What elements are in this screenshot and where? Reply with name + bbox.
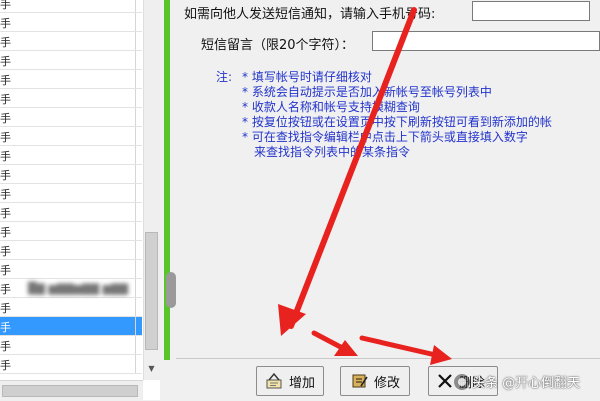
column-separator xyxy=(135,222,136,240)
edit-button-label: 修改 xyxy=(373,375,400,391)
column-separator xyxy=(135,336,136,354)
list-item[interactable]: 手 xyxy=(0,89,142,108)
note-text: * 按复位按钮或在设置页中按下刷新按钮可看到新添加的帐 xyxy=(242,115,552,129)
account-list[interactable]: 手手手手手手手手手手手手手手手手 █▇ ▆▇▇▆▇▇ ▆▇▇ 手手手手 xyxy=(0,0,161,400)
list-item-prefix: 手 xyxy=(0,283,11,296)
list-item-prefix: 手 xyxy=(0,321,11,334)
list-item[interactable]: 手 █▇ ▆▇▇▆▇▇ ▆▇▇ xyxy=(0,279,142,298)
splitter-grip-handle[interactable] xyxy=(166,272,176,308)
column-separator xyxy=(135,32,136,50)
column-separator xyxy=(135,298,136,316)
list-item[interactable]: 手 xyxy=(0,203,142,222)
list-item[interactable]: 手 xyxy=(0,0,142,13)
column-separator xyxy=(135,241,136,259)
column-separator xyxy=(135,127,136,145)
list-item-prefix: 手 xyxy=(0,36,11,49)
list-item-prefix: 手 xyxy=(0,226,11,239)
list-item-prefix: 手 xyxy=(0,74,11,87)
list-horizontal-scrollbar[interactable] xyxy=(0,380,143,401)
note-line: 来查找指令列表中的某条指令 xyxy=(216,145,600,160)
note-line: * 按复位按钮或在设置页中按下刷新按钮可看到新添加的帐 xyxy=(216,115,600,130)
transfer-form xyxy=(176,0,600,359)
list-item[interactable]: 手 xyxy=(0,127,142,146)
list-item-blurred-text: █▇ ▆▇▇▆▇▇ ▆▇▇ xyxy=(28,282,129,295)
note-line: * 收款人名称和帐号支持模糊查询 xyxy=(216,100,600,115)
list-item[interactable]: 手 xyxy=(0,165,142,184)
list-item-prefix: 手 xyxy=(0,0,11,11)
list-item-prefix: 手 xyxy=(0,17,11,30)
column-separator xyxy=(135,89,136,107)
list-item[interactable]: 手 xyxy=(0,260,142,279)
list-hscroll-thumb[interactable] xyxy=(2,385,138,397)
column-separator xyxy=(135,203,136,221)
list-item[interactable]: 手 xyxy=(0,336,142,355)
list-item-prefix: 手 xyxy=(0,150,11,163)
list-item[interactable]: 手 xyxy=(0,184,142,203)
phone-number-input[interactable] xyxy=(472,1,590,21)
list-item[interactable]: 手 xyxy=(0,317,142,336)
list-item-prefix: 手 xyxy=(0,169,11,182)
note-line: * 可在查找指令编辑栏中点击上下箭头或直接填入数字 xyxy=(216,130,600,145)
column-separator xyxy=(135,165,136,183)
column-separator xyxy=(135,279,136,297)
scroll-down-arrow-icon[interactable]: ▼ xyxy=(143,360,160,377)
list-item[interactable]: 手 xyxy=(0,241,142,260)
column-separator xyxy=(135,317,136,335)
list-item-prefix: 手 xyxy=(0,112,11,125)
list-item[interactable]: 手 xyxy=(0,13,142,32)
watermark-logo-icon xyxy=(454,374,470,390)
notes-panel: 注: * 填写帐号时请仔细核对 * 系统会自动提示是否加入新帐号至帐号列表中 *… xyxy=(216,70,600,160)
note-text: * 收款人名称和帐号支持模糊查询 xyxy=(242,100,420,114)
add-button-label: 增加 xyxy=(288,375,315,391)
list-item[interactable]: 手 xyxy=(0,70,142,89)
column-separator xyxy=(135,355,136,373)
list-item[interactable]: 手 xyxy=(0,222,142,241)
list-item[interactable]: 手 xyxy=(0,51,142,70)
list-item-prefix: 手 xyxy=(0,264,11,277)
column-separator xyxy=(135,0,136,12)
list-scroll-thumb[interactable] xyxy=(145,232,158,350)
list-item-prefix: 手 xyxy=(0,302,11,315)
column-separator xyxy=(135,146,136,164)
watermark-text: 头条 @开心倒翻天 xyxy=(472,376,581,391)
list-item[interactable]: 手 xyxy=(0,355,142,374)
list-item-prefix: 手 xyxy=(0,93,11,106)
list-item[interactable]: 手 xyxy=(0,146,142,165)
sms-message-input[interactable] xyxy=(372,31,600,51)
note-text: * 可在查找指令编辑栏中点击上下箭头或直接填入数字 xyxy=(242,130,528,144)
add-button[interactable]: 增加 xyxy=(256,366,324,396)
list-item[interactable]: 手 xyxy=(0,32,142,51)
edit-record-icon xyxy=(352,374,368,388)
column-separator xyxy=(135,70,136,88)
list-item-prefix: 手 xyxy=(0,245,11,258)
column-separator xyxy=(135,13,136,31)
column-separator xyxy=(135,260,136,278)
note-line: * 系统会自动提示是否加入新帐号至帐号列表中 xyxy=(216,85,600,100)
column-separator xyxy=(135,108,136,126)
sms-message-label: 短信留言（限20个字符）： xyxy=(201,38,355,53)
list-item[interactable]: 手 xyxy=(0,108,142,127)
note-text: * 系统会自动提示是否加入新帐号至帐号列表中 xyxy=(242,85,492,99)
phone-number-label: 如需向他人发送短信通知，请输入手机号码: xyxy=(184,7,436,22)
list-item-prefix: 手 xyxy=(0,207,11,220)
list-item-prefix: 手 xyxy=(0,340,11,353)
add-record-icon xyxy=(266,372,282,389)
list-item-prefix: 手 xyxy=(0,359,11,372)
delete-x-icon xyxy=(438,374,452,388)
list-item-prefix: 手 xyxy=(0,188,11,201)
column-separator xyxy=(135,51,136,69)
column-separator xyxy=(135,184,136,202)
edit-button[interactable]: 修改 xyxy=(340,366,410,396)
notes-heading: 注: xyxy=(216,70,233,84)
note-text: * 填写帐号时请仔细核对 xyxy=(242,70,372,84)
list-item[interactable]: 手 xyxy=(0,298,142,317)
note-text: 来查找指令列表中的某条指令 xyxy=(254,145,411,159)
list-item-prefix: 手 xyxy=(0,131,11,144)
list-item-prefix: 手 xyxy=(0,55,11,68)
note-line: 注: * 填写帐号时请仔细核对 xyxy=(216,70,600,85)
